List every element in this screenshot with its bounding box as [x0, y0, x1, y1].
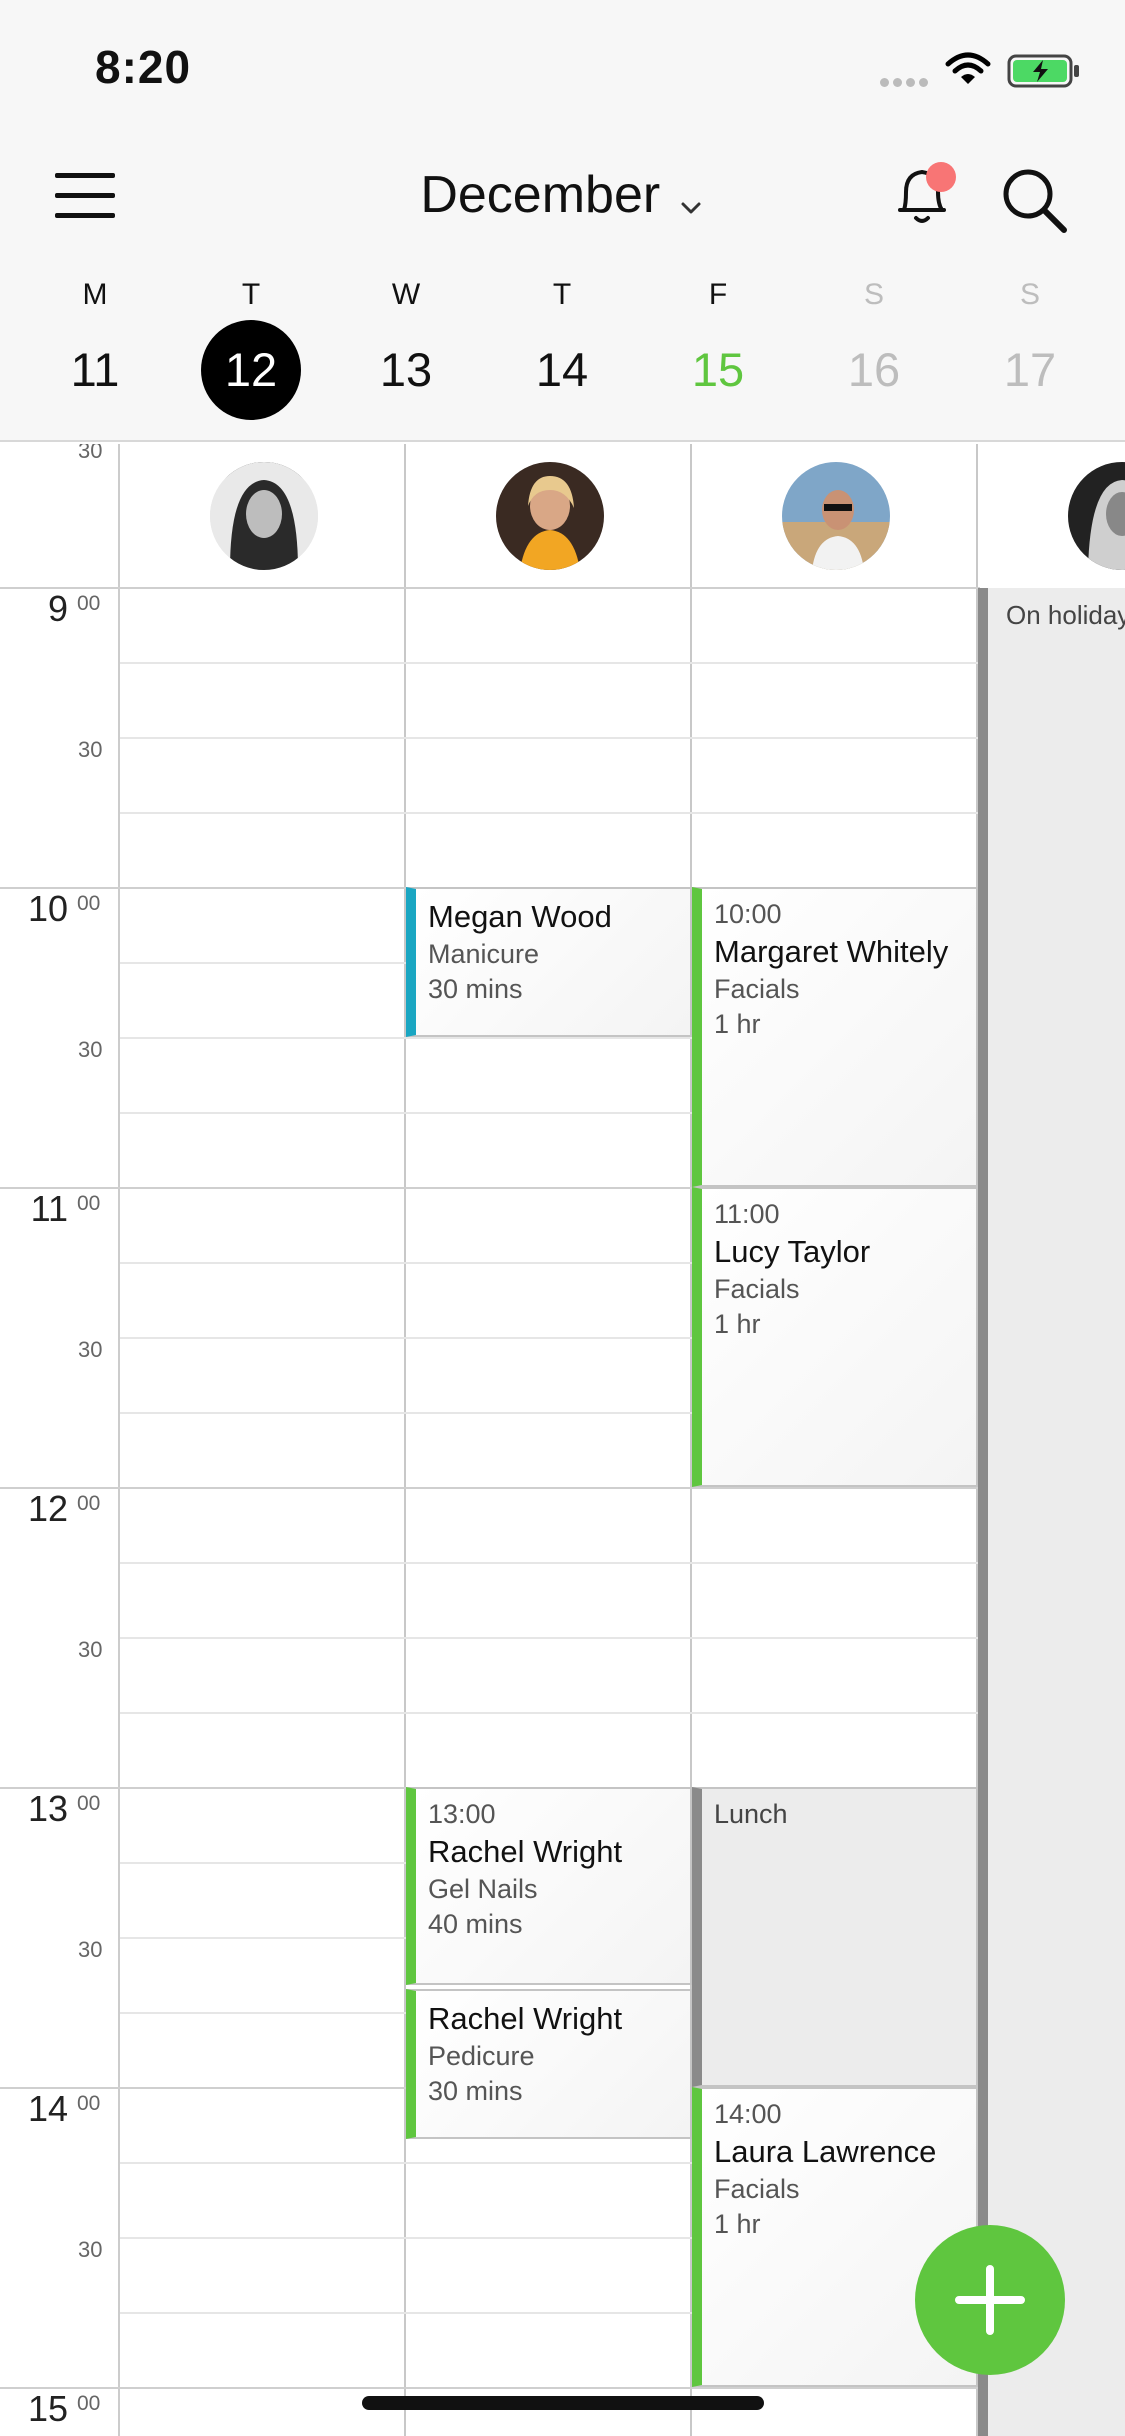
wifi-icon — [945, 52, 991, 84]
holiday-block[interactable]: On holiday — [978, 588, 1125, 2436]
time-label-half: 30 — [78, 1937, 103, 1962]
calendar-screen: 8:20 December M 11 T 12 W 13 T 14 F 15 S… — [0, 0, 1125, 2436]
start-time: 13:00 — [428, 1799, 496, 1829]
time-label-minutes: 00 — [77, 1192, 101, 1215]
start-time: 14:00 — [714, 2099, 782, 2129]
week-strip: M 11 T 12 W 13 T 14 F 15 S 16 S 17 — [0, 275, 1125, 425]
cellular-dots-icon — [880, 74, 928, 92]
time-label-half: 30 — [78, 444, 103, 463]
staff-avatar[interactable] — [782, 462, 890, 570]
duration: 30 mins — [428, 974, 523, 1004]
start-time: 10:00 — [714, 899, 782, 929]
home-indicator[interactable] — [362, 2396, 764, 2410]
avatar-portrait-icon — [1068, 462, 1125, 570]
chevron-down-icon — [681, 202, 701, 214]
time-label-hour: 11 — [30, 1188, 68, 1229]
grid-line — [120, 2387, 980, 2389]
time-label-hour: 15 — [27, 2388, 68, 2429]
time-label-half: 30 — [78, 737, 103, 762]
lunch-label: Lunch — [714, 1799, 788, 1829]
lunch-block[interactable]: Lunch — [692, 1787, 978, 2087]
grid-line — [120, 812, 980, 814]
time-label-minutes: 00 — [77, 892, 101, 915]
appointment-megan-wood[interactable]: Megan Wood Manicure 30 mins — [406, 887, 692, 1037]
time-label-minutes: 00 — [77, 592, 101, 615]
time-label-hour: 13 — [27, 1788, 68, 1829]
service-name: Gel Nails — [428, 1874, 538, 1904]
time-label-hour: 14 — [27, 2088, 68, 2129]
time-label-hour: 9 — [47, 588, 68, 629]
grid-line — [120, 1712, 980, 1714]
grid-line — [120, 1487, 980, 1489]
time-label-minutes: 00 — [77, 2092, 101, 2115]
plus-icon — [955, 2265, 1025, 2335]
day-wed-13[interactable]: W 13 — [346, 275, 466, 396]
appointment-rachel-wright-pedicure[interactable]: Rachel Wright Pedicure 30 mins — [406, 1989, 692, 2139]
status-icons — [880, 50, 1085, 90]
day-thu-14[interactable]: T 14 — [502, 275, 622, 396]
day-tue-12-selected[interactable]: T 12 — [191, 275, 311, 420]
grid-line — [120, 587, 980, 589]
staff-column-1[interactable] — [120, 444, 406, 2436]
start-time: 11:00 — [714, 1199, 780, 1229]
appointment-rachel-wright-gel-nails[interactable]: 13:00 Rachel Wright Gel Nails 40 mins — [406, 1787, 692, 1985]
day-sat-16[interactable]: S 16 — [814, 275, 934, 396]
duration: 30 mins — [428, 2076, 523, 2106]
service-name: Manicure — [428, 939, 540, 969]
appointment-margaret-whitely[interactable]: 10:00 Margaret Whitely Facials 1 hr — [692, 887, 978, 1187]
time-label-half: 30 — [78, 1337, 103, 1362]
day-fri-15-today[interactable]: F 15 — [658, 275, 778, 396]
duration: 40 mins — [428, 1909, 523, 1939]
grid-line — [120, 1562, 980, 1564]
duration: 1 hr — [714, 1309, 761, 1339]
avatar-portrait-icon — [496, 462, 604, 570]
time-label-half: 30 — [78, 1037, 103, 1062]
battery-icon — [1007, 54, 1079, 88]
service-name: Pedicure — [428, 2041, 535, 2071]
appointment-lucy-taylor[interactable]: 11:00 Lucy Taylor Facials 1 hr — [692, 1187, 978, 1487]
time-label-hour: 10 — [27, 888, 68, 929]
month-picker[interactable]: December — [0, 165, 1125, 225]
day-mon-11[interactable]: M 11 — [35, 275, 155, 396]
notification-badge — [926, 162, 956, 192]
holiday-label: On holiday — [1006, 600, 1125, 630]
day-sun-17[interactable]: S 17 — [970, 275, 1090, 396]
schedule-grid[interactable]: 30 9 00 30 10 00 30 11 00 30 12 00 30 13… — [0, 444, 1125, 2436]
client-name: Rachel Wright — [428, 1834, 623, 1869]
staff-avatar[interactable] — [496, 462, 604, 570]
status-time: 8:20 — [95, 41, 192, 93]
avatar-portrait-icon — [782, 462, 890, 570]
avatar-portrait-icon — [210, 462, 318, 570]
service-name: Facials — [714, 1274, 800, 1304]
duration: 1 hr — [714, 1009, 761, 1039]
time-label-minutes: 00 — [77, 2392, 101, 2415]
client-name: Lucy Taylor — [714, 1234, 871, 1269]
time-label-hour: 12 — [27, 1488, 68, 1529]
service-name: Facials — [714, 974, 800, 1004]
month-label: December — [420, 166, 661, 224]
header: 8:20 December M 11 T 12 W 13 T 14 F 15 S… — [0, 0, 1125, 442]
client-name: Rachel Wright — [428, 2001, 623, 2036]
client-name: Laura Lawrence — [714, 2134, 937, 2169]
staff-avatar[interactable] — [1068, 462, 1125, 570]
grid-line — [120, 1637, 980, 1639]
staff-avatar[interactable] — [210, 462, 318, 570]
client-name: Margaret Whitely — [714, 934, 949, 969]
grid-line — [120, 662, 980, 664]
time-label-minutes: 00 — [77, 1492, 101, 1515]
time-label-minutes: 00 — [77, 1792, 101, 1815]
search-icon[interactable] — [1000, 166, 1070, 236]
time-label-half: 30 — [78, 2237, 103, 2262]
add-appointment-button[interactable] — [915, 2225, 1065, 2375]
grid-line — [120, 737, 980, 739]
client-name: Megan Wood — [428, 899, 612, 934]
service-name: Facials — [714, 2174, 800, 2204]
time-label-half: 30 — [78, 1637, 103, 1662]
